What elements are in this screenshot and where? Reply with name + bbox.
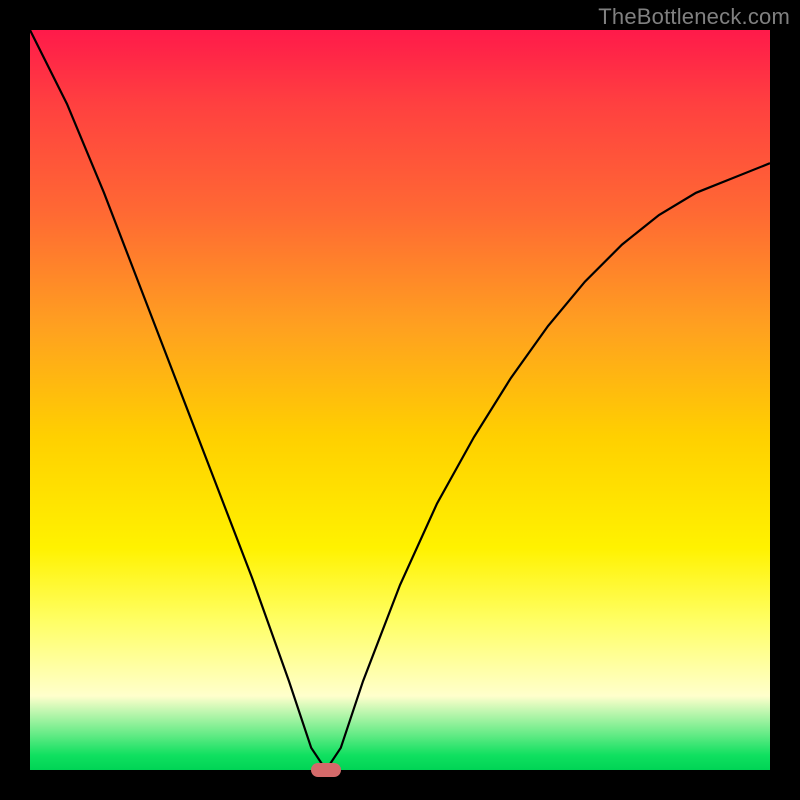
optimal-marker [311, 763, 341, 777]
chart-frame: TheBottleneck.com [0, 0, 800, 800]
plot-area [30, 30, 770, 770]
watermark-text: TheBottleneck.com [598, 4, 790, 30]
bottleneck-curve [30, 30, 770, 770]
curve-svg [30, 30, 770, 770]
